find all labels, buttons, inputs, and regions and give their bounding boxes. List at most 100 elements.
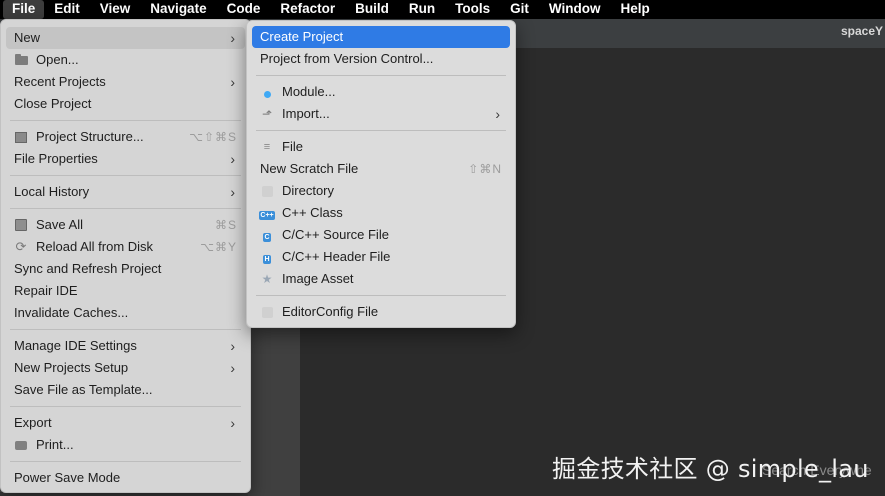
new-menu-cpp-source-label: C/C++ Source File: [282, 227, 389, 242]
file-menu-export[interactable]: Export ›: [6, 412, 245, 434]
menu-edit[interactable]: Edit: [44, 0, 90, 19]
new-menu-cpp-header[interactable]: H C/C++ Header File: [252, 246, 510, 268]
new-menu-image-asset-label: Image Asset: [282, 271, 354, 286]
new-menu-directory[interactable]: Directory: [252, 180, 510, 202]
file-menu-save-all[interactable]: Save All ⌘S: [6, 214, 245, 236]
menu-build[interactable]: Build: [345, 0, 399, 19]
shortcut-label: ⌘S: [214, 218, 237, 232]
chevron-right-icon: ›: [230, 151, 235, 167]
menu-window[interactable]: Window: [539, 0, 611, 19]
file-menu-new[interactable]: New ›: [6, 27, 245, 49]
new-menu-create-project[interactable]: Create Project: [252, 26, 510, 48]
file-menu-invalidate-caches-label: Invalidate Caches...: [14, 305, 129, 320]
file-menu: New › Open... Recent Projects › Close Pr…: [0, 19, 251, 493]
menu-help[interactable]: Help: [610, 0, 659, 19]
cpp-source-tag: C: [263, 233, 271, 242]
menu-bar: File Edit View Navigate Code Refactor Bu…: [0, 0, 885, 19]
new-menu-file[interactable]: ≡ File: [252, 136, 510, 158]
new-menu-cpp-header-label: C/C++ Header File: [282, 249, 391, 264]
shortcut-label: ⌥⌘Y: [200, 240, 237, 254]
file-menu-new-projects-setup[interactable]: New Projects Setup ›: [6, 357, 245, 379]
new-menu-module[interactable]: Module...: [252, 81, 510, 103]
new-menu-editorconfig[interactable]: EditorConfig File: [252, 301, 510, 323]
cpp-class-tag: C++: [259, 211, 275, 220]
file-menu-open[interactable]: Open...: [6, 49, 245, 71]
menu-navigate[interactable]: Navigate: [140, 0, 216, 19]
file-menu-invalidate-caches[interactable]: Invalidate Caches...: [6, 302, 245, 324]
file-menu-local-history[interactable]: Local History ›: [6, 181, 245, 203]
file-menu-manage-ide-settings-label: Manage IDE Settings: [14, 338, 137, 353]
new-menu-scratch-file[interactable]: New Scratch File ⇧⌘N: [252, 158, 510, 180]
file-menu-recent-projects[interactable]: Recent Projects ›: [6, 71, 245, 93]
file-menu-new-label: New: [14, 30, 41, 45]
new-menu-scratch-file-label: New Scratch File: [260, 161, 359, 176]
directory-icon: [260, 184, 274, 198]
file-menu-file-properties[interactable]: File Properties ›: [6, 148, 245, 170]
c-source-icon: C: [260, 228, 274, 242]
project-structure-icon: [14, 130, 28, 144]
file-menu-project-structure-label: Project Structure...: [36, 129, 144, 144]
menu-separator: [10, 208, 241, 209]
menu-separator: [10, 406, 241, 407]
save-icon: [14, 218, 28, 232]
menu-refactor[interactable]: Refactor: [270, 0, 345, 19]
new-submenu: Create Project Project from Version Cont…: [246, 20, 516, 328]
cpp-header-tag: H: [263, 255, 271, 264]
new-menu-project-from-vcs-label: Project from Version Control...: [260, 51, 434, 66]
menu-separator: [256, 75, 506, 76]
printer-icon: [14, 438, 28, 452]
menu-tools[interactable]: Tools: [445, 0, 500, 19]
file-menu-local-history-label: Local History: [14, 184, 90, 199]
menu-code[interactable]: Code: [217, 0, 271, 19]
menu-separator: [10, 175, 241, 176]
file-menu-repair-ide-label: Repair IDE: [14, 283, 78, 298]
new-menu-create-project-label: Create Project: [260, 29, 344, 44]
new-menu-cpp-class[interactable]: C++ C++ Class: [252, 202, 510, 224]
chevron-right-icon: ›: [230, 338, 235, 354]
shortcut-label: ⌥⇧⌘S: [189, 130, 237, 144]
watermark: 掘金技术社区 @ simple_lau: [552, 455, 869, 483]
new-menu-cpp-source[interactable]: C C/C++ Source File: [252, 224, 510, 246]
reload-icon: ⟳: [15, 239, 27, 254]
cpp-class-icon: C++: [259, 206, 275, 220]
menu-separator: [256, 295, 506, 296]
file-menu-recent-projects-label: Recent Projects: [14, 74, 106, 89]
folder-icon: [14, 53, 28, 67]
editorconfig-icon: [260, 305, 274, 319]
file-menu-project-structure[interactable]: Project Structure... ⌥⇧⌘S: [6, 126, 245, 148]
file-menu-save-file-template-label: Save File as Template...: [14, 382, 153, 397]
file-menu-print[interactable]: Print...: [6, 434, 245, 456]
file-menu-repair-ide[interactable]: Repair IDE: [6, 280, 245, 302]
module-icon: [260, 85, 274, 99]
new-menu-image-asset[interactable]: ★ Image Asset: [252, 268, 510, 290]
file-menu-close-project-label: Close Project: [14, 96, 92, 111]
file-menu-new-projects-setup-label: New Projects Setup: [14, 360, 129, 375]
menu-separator: [10, 120, 241, 121]
file-menu-file-properties-label: File Properties: [14, 151, 98, 166]
chevron-right-icon: ›: [230, 184, 235, 200]
c-header-icon: H: [260, 250, 274, 264]
image-asset-icon: ★: [261, 272, 273, 286]
shortcut-label: ⇧⌘N: [468, 162, 502, 176]
menu-file[interactable]: File: [3, 0, 45, 19]
menu-separator: [256, 130, 506, 131]
chevron-right-icon: ›: [230, 415, 235, 431]
menu-git[interactable]: Git: [500, 0, 539, 19]
menu-run[interactable]: Run: [399, 0, 445, 19]
file-menu-power-save[interactable]: Power Save Mode: [6, 467, 245, 489]
new-menu-editorconfig-label: EditorConfig File: [282, 304, 379, 319]
new-menu-import[interactable]: ⬏ Import... ›: [252, 103, 510, 125]
file-menu-manage-ide-settings[interactable]: Manage IDE Settings ›: [6, 335, 245, 357]
file-menu-power-save-label: Power Save Mode: [14, 470, 121, 485]
file-icon: ≡: [263, 141, 271, 153]
chevron-right-icon: ›: [495, 106, 500, 122]
file-menu-close-project[interactable]: Close Project: [6, 93, 245, 115]
file-menu-reload-all[interactable]: ⟳ Reload All from Disk ⌥⌘Y: [6, 236, 245, 258]
file-menu-sync-refresh[interactable]: Sync and Refresh Project: [6, 258, 245, 280]
menu-separator: [10, 461, 241, 462]
file-menu-save-file-template[interactable]: Save File as Template...: [6, 379, 245, 401]
chevron-right-icon: ›: [230, 30, 235, 46]
new-menu-project-from-vcs[interactable]: Project from Version Control...: [252, 48, 510, 70]
menu-view[interactable]: View: [90, 0, 141, 19]
file-menu-export-label: Export: [14, 415, 52, 430]
